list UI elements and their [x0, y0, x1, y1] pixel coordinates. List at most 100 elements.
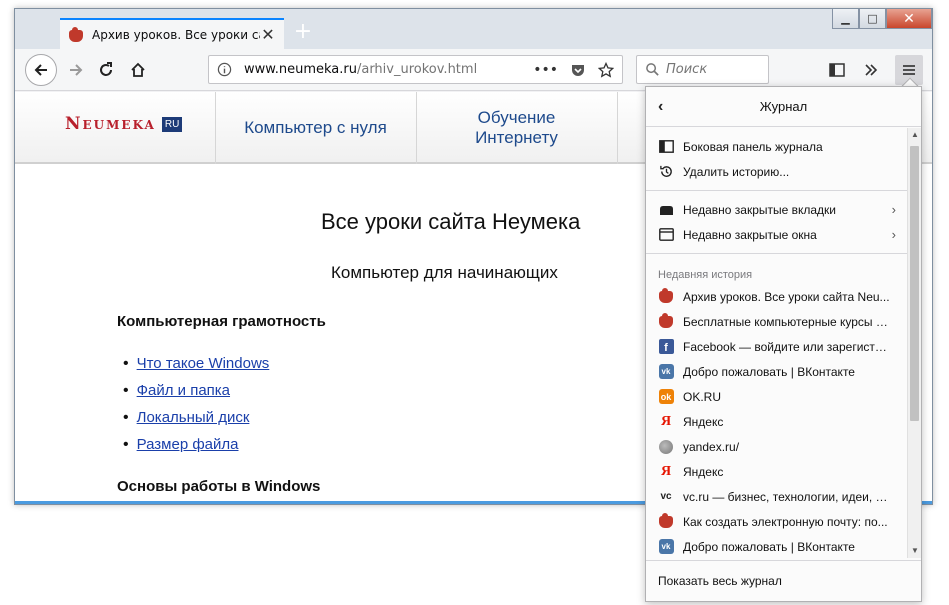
lesson-link[interactable]: Локальный диск: [137, 409, 250, 426]
url-host: www.neumeka.ru: [244, 62, 357, 77]
history-entry[interactable]: Как создать электронную почту: по...: [646, 509, 908, 534]
site-menu-computer[interactable]: Компьютер с нуля: [215, 92, 415, 164]
history-entry[interactable]: Я Яндекс: [646, 409, 908, 434]
list-item: Файл и папка: [123, 377, 269, 404]
info-icon[interactable]: [217, 62, 232, 77]
vk-icon: vk: [658, 364, 674, 380]
site-logo[interactable]: Neumeka RU: [65, 114, 183, 134]
minimize-button[interactable]: ▁: [832, 9, 859, 29]
tab-close-icon[interactable]: ✕: [260, 25, 276, 44]
history-entry-label: vc.ru — бизнес, технологии, идеи, м...: [683, 489, 893, 504]
sidebar-button[interactable]: [823, 55, 851, 85]
yandex-icon: Я: [660, 463, 672, 479]
reload-button[interactable]: [91, 55, 121, 85]
navigation-toolbar: www.neumeka.ru/arhiv_urokov.html •••: [15, 49, 932, 91]
scroll-down-icon[interactable]: ▼: [908, 544, 922, 558]
yandex-icon: Я: [660, 413, 672, 429]
arrow-left-icon: [34, 64, 47, 76]
panel-header: ‹ Журнал: [646, 87, 921, 127]
search-input[interactable]: [666, 62, 756, 77]
panel-scrollbar[interactable]: ▲ ▼: [907, 128, 921, 558]
hamburger-icon: [903, 65, 915, 75]
chevron-left-icon[interactable]: ‹: [658, 98, 663, 116]
facebook-icon: f: [658, 339, 674, 355]
recently-closed-windows-label: Недавно закрытые окна: [683, 227, 817, 242]
history-entry[interactable]: vk Добро пожаловать | ВКонтакте: [646, 359, 908, 384]
search-bar[interactable]: [636, 55, 769, 84]
history-entry-label: Добро пожаловать | ВКонтакте: [683, 364, 855, 379]
address-bar[interactable]: www.neumeka.ru/arhiv_urokov.html •••: [208, 55, 623, 84]
history-entry-label: Как создать электронную почту: по...: [683, 514, 888, 529]
scroll-thumb[interactable]: [910, 146, 919, 421]
list-item: Локальный диск: [123, 404, 269, 431]
recently-closed-windows-item[interactable]: Недавно закрытые окна ›: [646, 222, 908, 247]
chevron-right-icon: ›: [891, 227, 896, 242]
history-panel: ‹ Журнал Боковая панель журнала Удалить …: [645, 86, 922, 602]
teapot-icon: [68, 26, 84, 43]
history-entry-label: Архив уроков. Все уроки сайта Neu...: [683, 289, 890, 304]
page-subtitle: Компьютер для начинающих: [331, 263, 558, 282]
history-entry-label: Добро пожаловать | ВКонтакте: [683, 539, 855, 554]
tab-title: Архив уроков. Все уроки сай: [92, 27, 260, 42]
history-entry[interactable]: f Facebook — войдите или зарегистри...: [646, 334, 908, 359]
home-icon: [131, 62, 145, 77]
lesson-link[interactable]: Файл и папка: [137, 382, 230, 399]
scroll-up-icon[interactable]: ▲: [908, 128, 922, 142]
url-text[interactable]: www.neumeka.ru/arhiv_urokov.html: [244, 62, 533, 77]
url-actions: •••: [533, 61, 614, 78]
pocket-icon[interactable]: [570, 62, 586, 78]
window-icon: [658, 227, 674, 243]
recently-closed-tabs-item[interactable]: Недавно закрытые вкладки ›: [646, 197, 908, 222]
arrow-right-icon: [70, 64, 83, 76]
globe-icon: [658, 439, 674, 455]
history-entry[interactable]: Архив уроков. Все уроки сайта Neu...: [646, 284, 908, 309]
recently-closed-tabs-label: Недавно закрытые вкладки: [683, 202, 837, 217]
history-entry[interactable]: vk Добро пожаловать | ВКонтакте: [646, 534, 908, 558]
history-entry-label: yandex.ru/: [683, 439, 740, 454]
history-entry[interactable]: vc vc.ru — бизнес, технологии, идеи, м..…: [646, 484, 908, 509]
teapot-icon: [658, 312, 674, 330]
history-entry[interactable]: ok OK.RU: [646, 384, 908, 409]
vc-icon: vc: [660, 491, 672, 502]
logo-ru-badge: RU: [161, 116, 183, 132]
odnoklassniki-icon: ok: [658, 389, 674, 405]
tab-icon: [658, 202, 674, 218]
list-item: Размер файла: [123, 431, 269, 458]
maximize-button[interactable]: □: [859, 9, 886, 29]
bookmark-star-icon[interactable]: [598, 61, 614, 78]
lesson-link[interactable]: Что такое Windows: [137, 355, 270, 372]
history-entry-label: Яндекс: [683, 414, 724, 429]
home-button[interactable]: [123, 55, 153, 85]
close-window-button[interactable]: ✕: [886, 9, 932, 29]
back-button[interactable]: [25, 54, 57, 86]
active-tab[interactable]: Архив уроков. Все уроки сай ✕: [60, 18, 284, 49]
double-chevron-icon: [865, 64, 878, 76]
url-path: /arhiv_urokov.html: [356, 62, 478, 77]
overflow-button[interactable]: [857, 55, 885, 85]
history-sidebar-item[interactable]: Боковая панель журнала: [646, 134, 908, 159]
site-menu-internet[interactable]: Обучение Интернету: [416, 92, 616, 164]
new-tab-button[interactable]: +: [291, 19, 315, 45]
chevron-right-icon: ›: [891, 202, 896, 217]
section-heading-literacy: Компьютерная грамотность: [117, 313, 326, 330]
history-entry-label: Яндекс: [683, 464, 724, 479]
logo-text: Neumeka: [65, 114, 156, 134]
history-entry[interactable]: Я Яндекс: [646, 459, 908, 484]
teapot-icon: [658, 512, 674, 530]
show-all-history-button[interactable]: Показать весь журнал: [646, 560, 921, 601]
history-sidebar-label: Боковая панель журнала: [683, 139, 823, 154]
page-actions-icon[interactable]: •••: [533, 62, 558, 78]
clear-history-item[interactable]: Удалить историю...: [646, 159, 908, 184]
lesson-link[interactable]: Размер файла: [137, 436, 239, 453]
panel-body: Боковая панель журнала Удалить историю..…: [646, 128, 908, 558]
vk-icon: vk: [658, 539, 674, 555]
recent-history-heading: Недавняя история: [658, 269, 753, 281]
panel-title: Журнал: [759, 99, 808, 114]
separator: [646, 253, 908, 254]
section-heading-windows: Основы работы в Windows: [117, 478, 321, 495]
teapot-icon: [658, 287, 674, 305]
history-entry[interactable]: yandex.ru/: [646, 434, 908, 459]
forward-button[interactable]: [61, 55, 91, 85]
title-bar: Архив уроков. Все уроки сай ✕ + ▁ □ ✕: [15, 9, 932, 49]
history-entry[interactable]: Бесплатные компьютерные курсы Н...: [646, 309, 908, 334]
